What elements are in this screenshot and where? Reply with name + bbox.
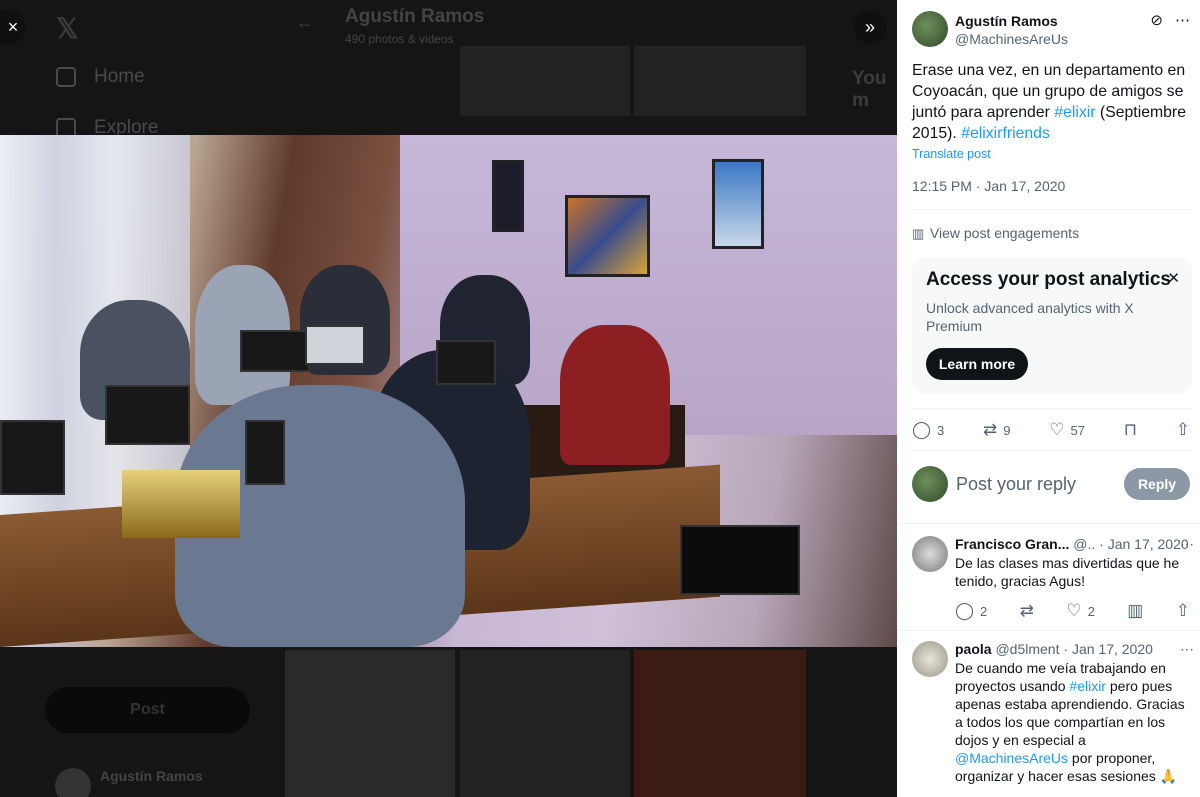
user-avatar — [912, 466, 948, 502]
hashtag-link[interactable]: #elixir — [1054, 104, 1095, 121]
photo-laptop — [305, 325, 365, 365]
author-avatar[interactable] — [912, 11, 948, 47]
account-avatar — [55, 768, 91, 797]
repost-action[interactable]: ⇄ — [1020, 601, 1034, 621]
author-name[interactable]: Agustín Ramos — [955, 13, 1068, 29]
share-action[interactable]: ⇧ — [1176, 601, 1190, 621]
profile-header: Agustín Ramos 490 photos & videos — [345, 6, 485, 46]
home-icon — [56, 66, 76, 87]
repost-icon: ⇄ — [1019, 601, 1034, 620]
heart-icon: ♡ — [1049, 420, 1065, 439]
repost-action[interactable]: ⇄ 9 — [983, 420, 1010, 440]
photo-person-red-shirt — [560, 325, 670, 465]
reply-actions: ◯ 2 ⇄ ♡ 2 ▥ ⇧ — [955, 601, 1190, 621]
media-viewer: 𝕏 Home Explore ← Agustín Ramos 490 photo… — [0, 0, 897, 797]
post-detail-panel: Agustín Ramos @MachinesAreUs ⊘ ⋯ Erase u… — [897, 0, 1200, 797]
post-timestamp[interactable]: 12:15 PM · Jan 17, 2020 — [912, 178, 1065, 194]
reply-input[interactable]: Post your reply — [956, 474, 1124, 495]
share-action[interactable]: ⇧ — [1176, 420, 1190, 440]
hashtag-link[interactable]: #elixir — [1069, 678, 1106, 694]
reply-meta: paola @d5lment · Jan 17, 2020 — [955, 641, 1153, 657]
more-options-icon[interactable]: ⋯ — [1180, 641, 1194, 658]
hashtag-link[interactable]: #elixirfriends — [961, 125, 1050, 142]
analytics-icon: ▥ — [1127, 601, 1144, 620]
post-button: Post — [45, 687, 250, 733]
learn-more-button[interactable]: Learn more — [926, 348, 1028, 380]
reply-action[interactable]: ◯ 3 — [912, 420, 944, 440]
divider — [897, 523, 1200, 524]
reply-text: De las clases mas divertidas que he teni… — [955, 555, 1180, 589]
x-logo-icon: 𝕏 — [56, 13, 79, 44]
more-options-icon[interactable]: ⋯ — [1180, 536, 1194, 553]
reply-item[interactable]: paola @d5lment · Jan 17, 2020 De cuando … — [912, 641, 1194, 785]
photo-framed-art — [712, 159, 764, 249]
promo-subtitle: Unlock advanced analytics with X Premium — [926, 300, 1134, 334]
mention-link[interactable]: @MachinesAreUs — [955, 750, 1068, 766]
bookmark-action[interactable]: ⊓ — [1124, 420, 1137, 440]
like-action[interactable]: ♡ 57 — [1049, 420, 1085, 440]
author-handle[interactable]: @MachinesAreUs — [955, 31, 1068, 47]
photo-laptop — [0, 420, 65, 495]
bookmark-icon: ⊓ — [1123, 420, 1137, 439]
reply-icon: ◯ — [912, 420, 932, 439]
nav-home: Home — [56, 66, 145, 88]
analytics-icon: ▥ — [912, 226, 925, 241]
views-action[interactable]: ▥ — [1127, 601, 1143, 621]
media-tile — [285, 650, 455, 797]
photo-laptop — [436, 340, 496, 385]
promo-title: Access your post analytics — [926, 269, 1171, 290]
share-icon: ⇧ — [1175, 601, 1190, 620]
reply-meta: Francisco Gran... @.. · Jan 17, 2020 — [955, 536, 1189, 552]
reply-composer: Post your reply Reply — [912, 466, 1190, 502]
reply-text: De cuando me veía trabajando en proyecto… — [955, 660, 1185, 784]
photo-laptop — [245, 420, 285, 485]
reply-action[interactable]: ◯ 2 — [955, 601, 987, 621]
sidebar-heading: You m — [852, 68, 887, 111]
share-icon: ⇧ — [1175, 420, 1190, 439]
expand-panel-button[interactable]: » — [853, 10, 887, 44]
media-tile — [460, 46, 630, 116]
reply-icon: ◯ — [955, 601, 975, 620]
post-author: Agustín Ramos @MachinesAreUs — [912, 11, 1068, 47]
photo-speaker — [680, 525, 800, 595]
divider — [912, 209, 1192, 210]
post-actions: ◯ 3 ⇄ 9 ♡ 57 ⊓ ⇧ — [912, 420, 1190, 440]
grok-icon[interactable]: ⊘ — [1150, 11, 1163, 29]
reply-avatar[interactable] — [912, 536, 948, 572]
close-icon[interactable]: ✕ — [1167, 269, 1180, 287]
divider — [912, 408, 1192, 409]
photo-laptop — [240, 330, 310, 372]
heart-icon: ♡ — [1066, 601, 1082, 620]
photo-laptop — [105, 385, 190, 445]
post-text: Erase una vez, en un departamento en Coy… — [912, 62, 1186, 142]
divider — [897, 630, 1200, 631]
like-action[interactable]: ♡ 2 — [1066, 601, 1094, 621]
post-photo[interactable] — [0, 135, 897, 647]
close-icon: × — [7, 16, 19, 37]
reply-avatar[interactable] — [912, 641, 948, 677]
back-arrow-icon: ← — [296, 12, 314, 32]
media-tile — [634, 46, 806, 116]
photo-laptop-screen — [122, 470, 240, 538]
analytics-promo-card: Access your post analytics Unlock advanc… — [912, 257, 1192, 394]
view-engagements-link[interactable]: ▥ View post engagements — [912, 225, 1079, 242]
translate-post-link[interactable]: Translate post — [912, 147, 991, 161]
media-tile — [460, 650, 630, 797]
reply-button[interactable]: Reply — [1124, 468, 1190, 500]
photo-poster — [492, 160, 524, 232]
chevron-double-right-icon: » — [864, 16, 875, 37]
media-tile — [634, 650, 806, 797]
account-name: Agustín Ramos — [100, 768, 203, 784]
reply-item[interactable]: Francisco Gran... @.. · Jan 17, 2020 De … — [912, 536, 1194, 590]
photo-painting — [565, 195, 650, 277]
repost-icon: ⇄ — [983, 420, 998, 439]
more-options-icon[interactable]: ⋯ — [1175, 11, 1190, 29]
divider — [912, 450, 1192, 451]
